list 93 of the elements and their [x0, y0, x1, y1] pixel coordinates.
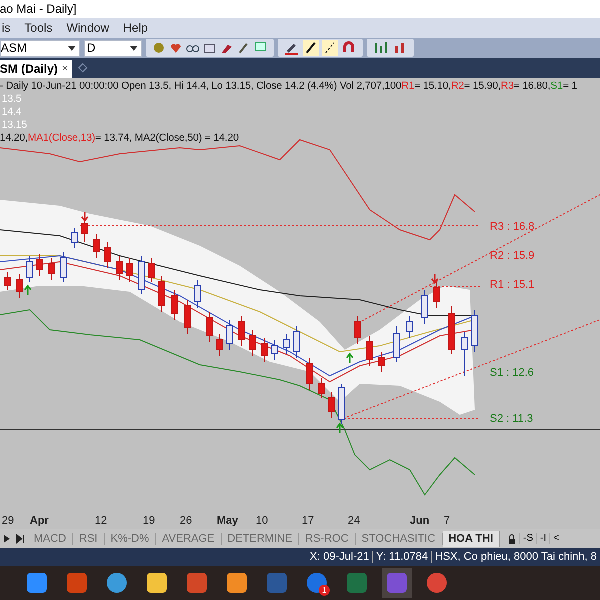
candlestick [306, 358, 314, 390]
candlestick [328, 392, 336, 418]
axis-label: 17 [302, 515, 314, 527]
level-label: S1 : 12.6 [490, 367, 534, 379]
candlestick [434, 282, 440, 308]
candlestick [194, 280, 202, 308]
candlestick [338, 384, 346, 424]
skip-end-icon[interactable] [15, 532, 27, 546]
candlestick [272, 340, 278, 360]
candlestick [354, 316, 362, 344]
candlestick [406, 316, 414, 338]
symbol-dropdown[interactable]: ASM [0, 40, 80, 56]
candlestick [138, 256, 146, 294]
caret-icon [130, 46, 138, 50]
candlestick [294, 326, 300, 358]
candlestick [82, 220, 88, 242]
candlestick [226, 320, 234, 350]
candlestick [72, 228, 78, 248]
status-text: X: 09-Jul-21 [309, 551, 370, 563]
diamond-icon[interactable] [78, 63, 88, 73]
axis-label: 10 [256, 515, 268, 527]
candlestick [472, 310, 478, 352]
sheet-tab[interactable]: HOA THI [442, 530, 500, 546]
candlestick [284, 334, 290, 354]
axis-label: May [217, 515, 238, 527]
menu-item[interactable]: is [0, 21, 13, 35]
pen-icon[interactable] [284, 41, 300, 55]
menu-item[interactable]: Help [121, 21, 150, 35]
candlestick [366, 336, 374, 366]
sheet-button[interactable]: -S [519, 533, 536, 544]
level-label: R1 : 15.1 [490, 279, 535, 291]
notification-badge: 1 [319, 585, 330, 596]
axis-label: 7 [444, 515, 450, 527]
axis-label: 19 [143, 515, 156, 527]
axis-label: 12 [95, 515, 108, 527]
candlestick [158, 276, 166, 312]
axis-label: 29 [2, 515, 14, 527]
candlestick [26, 256, 34, 282]
price-value: 13.5 [1, 93, 23, 106]
candlestick [94, 234, 100, 258]
candlestick [238, 316, 246, 346]
candlestick [4, 272, 12, 290]
chart-tab[interactable]: SM (Daily) × [0, 60, 72, 78]
up-arrow-icon [346, 352, 354, 364]
candlestick [394, 326, 400, 362]
candlestick [16, 274, 24, 298]
down-arrow-icon [81, 211, 89, 222]
candlestick [184, 300, 192, 334]
down-arrow-icon [431, 273, 439, 284]
candlestick [104, 242, 112, 268]
candlestick [318, 378, 326, 398]
window-title: ao Mai - Daily] [0, 2, 77, 16]
status-text: HSX, Co phieu, 8000 Tai chinh, 8 [431, 551, 600, 563]
candlestick [448, 306, 456, 354]
moving-average-text: 14.20,MA1(Close,13)= 13.74, MA2(Close,50) = 14.20 [0, 132, 240, 145]
axis-label: 26 [180, 515, 192, 527]
candlestick [206, 312, 214, 342]
candlestick [48, 258, 56, 280]
sheet-button[interactable]: < [549, 533, 562, 544]
candlestick [148, 258, 156, 282]
price-info-text: - Daily 10-Jun-21 00:00:00 Open 13.5, Hi 14.4, Lo 13.15, Close 14.2 (4.4%) Vol 2,707,100R1= 15.10,R2= 15.90,R3= 16.80,S1= 1 [0, 80, 578, 93]
heart-icon[interactable] [169, 41, 183, 55]
candlestick [36, 254, 44, 276]
up-arrow-icon [24, 284, 32, 296]
axis-label: Jun [410, 515, 430, 527]
sheet-button[interactable]: -I [536, 533, 550, 544]
candlestick [262, 338, 268, 362]
up-arrow-icon [336, 422, 344, 434]
candlestick [126, 258, 134, 282]
price-value: 13.15 [1, 119, 28, 132]
price-value: 14.4 [1, 106, 23, 119]
candlestick [172, 290, 178, 320]
candlestick [250, 330, 256, 356]
level-label: R2 : 15.9 [490, 250, 535, 262]
period-dropdown[interactable]: D [84, 40, 142, 56]
axis-label: Apr [30, 515, 49, 527]
candlestick [216, 334, 224, 356]
menu-item[interactable]: Window [64, 21, 112, 35]
candlestick [422, 290, 428, 324]
candlestick [116, 256, 124, 280]
level-label: R3 : 16.8 [490, 221, 535, 233]
candlestick [60, 252, 68, 282]
menu-item[interactable]: Tools [22, 21, 55, 35]
caret-icon [68, 46, 76, 50]
candlestick [462, 332, 468, 376]
chart-icon[interactable] [373, 40, 389, 56]
line-icon[interactable] [303, 40, 319, 56]
candlestick [378, 352, 386, 372]
close-icon[interactable]: × [62, 63, 68, 75]
resistance-line [430, 286, 480, 288]
axis-label: 24 [348, 515, 360, 527]
status-text: Y: 11.0784 [372, 551, 432, 563]
level-label: S2 : 11.3 [490, 413, 534, 425]
